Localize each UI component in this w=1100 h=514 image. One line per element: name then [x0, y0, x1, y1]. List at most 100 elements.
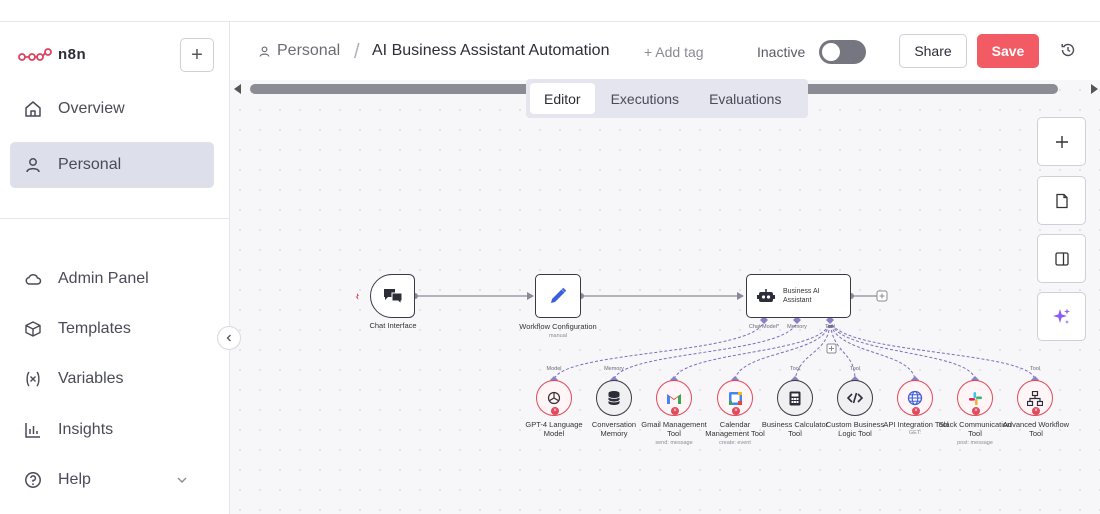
ai-assistant-button[interactable] [1037, 292, 1086, 341]
calendar-tool-node[interactable]: × [717, 380, 753, 416]
scroll-right-arrow[interactable] [1091, 84, 1098, 94]
sidebar-item-help[interactable]: Help [10, 457, 214, 503]
node-subtitle: GET: [908, 430, 922, 436]
node-subtitle: send: message [655, 440, 693, 446]
workflow-title[interactable]: AI Business Assistant Automation [372, 42, 609, 60]
bar-chart-icon [25, 423, 40, 438]
tab-editor[interactable]: Editor [530, 83, 595, 114]
toggle-panel-button[interactable] [1037, 234, 1086, 283]
node-subtitle: post: message [957, 440, 993, 446]
add-tag-button[interactable]: + Add tag [644, 44, 704, 60]
workflow-title-text: AI Business Assistant Automation [372, 42, 610, 59]
plus-icon: + [191, 43, 203, 66]
save-button[interactable]: Save [977, 34, 1039, 68]
breadcrumb-separator: / [354, 41, 360, 63]
sidebar-item-label: Insights [58, 421, 114, 438]
sidebar-item-insights[interactable]: Insights [10, 407, 214, 453]
port-label: Memory [604, 366, 624, 372]
business-ai-assistant-node[interactable]: Business AI Assistant [746, 274, 851, 318]
node-label: Chat Interface [369, 321, 417, 330]
add-sticky-note-button[interactable] [1037, 176, 1086, 225]
add-node-button[interactable] [1037, 117, 1086, 166]
help-icon [25, 472, 41, 488]
globe-icon [907, 390, 923, 406]
breadcrumb-project-label: Personal [277, 42, 341, 59]
pencil-icon [551, 287, 567, 303]
tab-executions[interactable]: Executions [597, 83, 693, 114]
box-icon [25, 321, 41, 337]
node-label: Workflow Configuration [519, 322, 597, 331]
workflow-canvas[interactable] [230, 80, 1100, 514]
node-label: Business AI Assistant [783, 288, 820, 304]
sidebar-divider [0, 218, 229, 219]
node-subtitle: manual [548, 333, 568, 339]
port-label: Model [546, 366, 562, 372]
workflow-configuration-node[interactable] [535, 274, 581, 318]
share-button[interactable]: Share [899, 34, 967, 68]
slack-tool-node[interactable]: × [957, 380, 993, 416]
node-label: Advanced Workflow Tool [1002, 420, 1070, 438]
gmail-icon [667, 393, 681, 404]
port-label-chat-model: Chat Model* [748, 324, 780, 330]
error-icon: × [732, 407, 740, 415]
slack-icon [968, 391, 982, 405]
conversation-memory-node[interactable] [596, 380, 632, 416]
database-icon [608, 391, 620, 405]
sidebar-item-admin-panel[interactable]: Admin Panel [10, 256, 214, 302]
n8n-app: n8n + Overview Personal Admin Panel Temp… [0, 0, 1100, 514]
history-icon[interactable] [1060, 42, 1076, 58]
advanced-workflow-node[interactable]: × [1017, 380, 1053, 416]
error-icon: × [912, 407, 920, 415]
sidebar-item-label: Help [58, 471, 91, 488]
toggle-knob [822, 43, 840, 61]
custom-logic-node[interactable] [837, 380, 873, 416]
workflow-header: Personal / AI Business Assistant Automat… [230, 22, 1100, 80]
error-icon: × [1032, 407, 1040, 415]
sidebar-item-templates[interactable]: Templates [10, 306, 214, 352]
error-icon: × [972, 407, 980, 415]
logo-text: n8n [58, 46, 87, 63]
sparkle-icon [1052, 308, 1070, 324]
api-integration-node[interactable]: × [897, 380, 933, 416]
active-toggle[interactable] [819, 40, 866, 64]
port-label: Tool [1029, 366, 1041, 372]
error-icon: × [551, 407, 559, 415]
home-icon [25, 101, 41, 117]
create-button[interactable]: + [180, 38, 214, 72]
workflow-icon [1027, 390, 1043, 406]
sidebar-item-variables[interactable]: Variables [10, 356, 214, 402]
tab-evaluations[interactable]: Evaluations [695, 83, 795, 114]
variable-icon [26, 371, 40, 387]
sidebar-item-overview[interactable]: Overview [10, 86, 214, 132]
view-tabs: Editor Executions Evaluations [526, 79, 808, 118]
gmail-tool-node[interactable]: × [656, 380, 692, 416]
sidebar-item-label: Admin Panel [58, 270, 149, 287]
breadcrumb-project[interactable]: Personal [258, 42, 340, 60]
node-subtitle: create: event [719, 440, 751, 446]
chat-icon [383, 289, 402, 306]
error-icon: × [671, 407, 679, 415]
n8n-logo[interactable]: n8n [18, 46, 86, 63]
sidebar-item-personal[interactable]: Personal [10, 142, 214, 188]
business-calculator-node[interactable] [777, 380, 813, 416]
port-label: Tool [789, 366, 801, 372]
calculator-icon [789, 391, 801, 405]
robot-icon [757, 289, 775, 302]
file-icon [1055, 193, 1068, 208]
top-strip [0, 0, 1100, 22]
n8n-logo-icon [18, 47, 52, 61]
calendar-icon [728, 391, 742, 405]
sidebar-item-label: Variables [58, 370, 124, 387]
scroll-left-arrow[interactable] [234, 84, 241, 94]
port-label-memory: Memory [787, 324, 807, 330]
panel-icon [1054, 251, 1069, 266]
port-label-tool: Tool [824, 324, 836, 330]
gpt4-model-node[interactable]: × [536, 380, 572, 416]
chevron-left-icon [226, 334, 231, 342]
chat-interface-node[interactable] [370, 274, 415, 318]
collapse-sidebar-button[interactable] [217, 326, 241, 350]
code-icon [847, 392, 863, 404]
cloud-icon [25, 273, 42, 285]
user-icon [259, 45, 270, 57]
sidebar-item-label: Overview [58, 100, 125, 117]
